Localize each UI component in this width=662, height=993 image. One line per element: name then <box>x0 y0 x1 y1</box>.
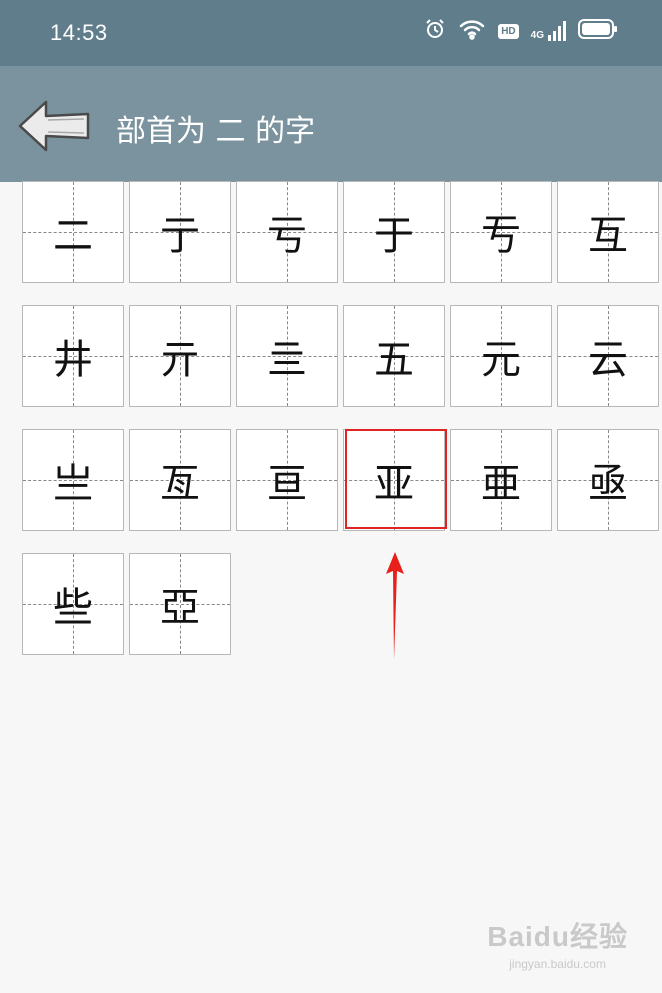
char-cell[interactable]: 亍 <box>129 181 231 283</box>
status-time: 14:53 <box>50 20 108 45</box>
char-cell[interactable]: 于 <box>343 181 445 283</box>
status-bar: 14:53 HD 4G <box>0 0 662 66</box>
char-label: 亐 <box>481 213 521 259</box>
char-label: 互 <box>588 213 628 259</box>
char-label: 些 <box>53 585 93 631</box>
char-label: 亖 <box>267 337 307 383</box>
watermark-url: jingyan.baidu.com <box>509 957 606 971</box>
char-cell[interactable]: 亗 <box>22 429 124 531</box>
char-cell[interactable]: 元 <box>450 305 552 407</box>
char-cell[interactable]: 些 <box>22 553 124 655</box>
char-label: 亘 <box>267 461 307 507</box>
char-label: 亓 <box>160 337 200 383</box>
char-label: 亟 <box>588 461 628 507</box>
char-cell[interactable]: 二 <box>22 181 124 283</box>
wifi-icon <box>458 18 486 44</box>
char-cell[interactable]: 亘 <box>236 429 338 531</box>
char-cell[interactable]: 井 <box>22 305 124 407</box>
char-cell[interactable]: 亐 <box>450 181 552 283</box>
char-label: 于 <box>374 213 414 259</box>
watermark-logo: Baidu经验 <box>487 921 628 952</box>
char-cell[interactable]: 亏 <box>236 181 338 283</box>
char-label: 亜 <box>481 461 521 507</box>
char-cell[interactable]: 亖 <box>236 305 338 407</box>
char-label: 亏 <box>267 213 307 259</box>
char-label: 五 <box>374 337 414 383</box>
hd-icon: HD <box>498 23 519 39</box>
char-cell[interactable]: 云 <box>557 305 659 407</box>
char-label: 亙 <box>160 461 200 507</box>
alarm-icon <box>424 18 446 44</box>
char-label: 云 <box>588 337 628 383</box>
char-cell[interactable]: 亞 <box>129 553 231 655</box>
baidu-watermark: Baidu经验 jingyan.baidu.com <box>487 915 628 971</box>
char-cell[interactable]: 亓 <box>129 305 231 407</box>
char-label: 元 <box>481 337 521 383</box>
network-label: 4G <box>530 30 544 41</box>
char-cell[interactable]: 五 <box>343 305 445 407</box>
char-cell-selected[interactable]: 亚 <box>343 429 445 531</box>
battery-icon <box>578 19 618 43</box>
char-cell[interactable]: 亜 <box>450 429 552 531</box>
char-label: 亗 <box>53 461 93 507</box>
signal-4g-icon: 4G <box>531 21 566 41</box>
back-button[interactable] <box>14 96 94 156</box>
char-label: 二 <box>53 213 93 259</box>
char-label: 井 <box>53 337 93 383</box>
char-cell[interactable]: 亟 <box>557 429 659 531</box>
char-cell[interactable]: 互 <box>557 181 659 283</box>
back-arrow-icon <box>18 100 90 152</box>
page-title: 部首为 二 的字 <box>116 114 316 149</box>
title-bar: 部首为 二 的字 <box>0 66 662 182</box>
status-icons: HD 4G <box>424 18 618 44</box>
char-cell[interactable]: 亙 <box>129 429 231 531</box>
char-label: 亚 <box>374 461 414 507</box>
char-label: 亞 <box>160 585 200 631</box>
char-label: 亍 <box>160 213 200 259</box>
red-arrow-annotation <box>386 552 404 660</box>
